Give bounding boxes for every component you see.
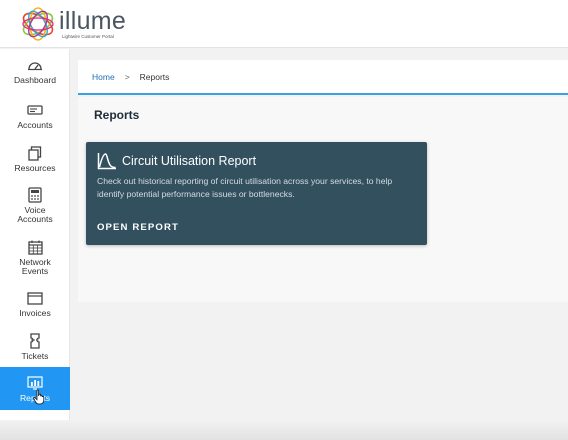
- report-card-circuit-utilisation[interactable]: Circuit Utilisation Report Check out his…: [86, 142, 427, 245]
- sidebar-item-label: Invoices: [19, 308, 51, 318]
- sidebar-item-invoices[interactable]: Invoices: [0, 290, 70, 328]
- report-card-title: Circuit Utilisation Report: [122, 154, 257, 168]
- sidebar-item-reports[interactable]: Reports: [0, 367, 70, 410]
- top-header: illume Lightwire Customer Portal: [0, 0, 568, 48]
- open-report-button[interactable]: OPEN REPORT: [97, 222, 179, 233]
- ticket-icon: [26, 333, 44, 349]
- sidebar-item-resources[interactable]: Resources: [0, 145, 70, 183]
- sidebar-item-label: Tickets: [21, 351, 49, 361]
- sidebar-item-network-events[interactable]: Network Events: [0, 239, 70, 287]
- calendar-icon: [26, 239, 44, 255]
- sidebar-item-label: Voice Accounts: [17, 205, 53, 224]
- accounts-icon: [26, 102, 44, 118]
- breadcrumb-current: Reports: [139, 71, 170, 82]
- sidebar-item-voice-accounts[interactable]: Voice Accounts: [0, 187, 70, 235]
- sidebar-item-label: Accounts: [17, 120, 53, 130]
- hand-cursor-icon: [33, 389, 45, 405]
- invoice-icon: [26, 290, 44, 306]
- phone-icon: [26, 187, 44, 203]
- brand-logo[interactable]: illume Lightwire Customer Portal: [18, 4, 138, 44]
- sidebar-item-label: Network Events: [19, 257, 51, 276]
- breadcrumb: Home > Reports: [78, 60, 568, 95]
- sidebar-item-accounts[interactable]: Accounts: [0, 102, 70, 140]
- content-panel: Reports Circuit Utilisation Report Check…: [78, 97, 568, 302]
- sidebar-item-tickets[interactable]: Tickets: [0, 333, 70, 371]
- sidebar-item-label: Resources: [14, 163, 56, 173]
- page-title: Reports: [94, 108, 140, 122]
- gauge-icon: [26, 57, 44, 73]
- sidebar-item-dashboard[interactable]: Dashboard: [0, 57, 70, 95]
- resources-icon: [26, 145, 44, 161]
- bottom-fade: [0, 420, 568, 440]
- breadcrumb-separator: >: [124, 71, 130, 82]
- report-card-description: Check out historical reporting of circui…: [97, 176, 393, 199]
- breadcrumb-home-link[interactable]: Home: [92, 72, 115, 82]
- sidebar-item-label: Dashboard: [13, 75, 57, 85]
- logo-mark-icon: [22, 7, 54, 41]
- brand-name: illume: [59, 7, 127, 35]
- main-content: Home > Reports Reports Circuit Utilisati…: [71, 49, 568, 440]
- chart-curve-icon: [97, 153, 116, 170]
- brand-tagline: Lightwire Customer Portal: [62, 34, 114, 39]
- sidebar: Dashboard Accounts Resources Voice Accou…: [0, 49, 70, 440]
